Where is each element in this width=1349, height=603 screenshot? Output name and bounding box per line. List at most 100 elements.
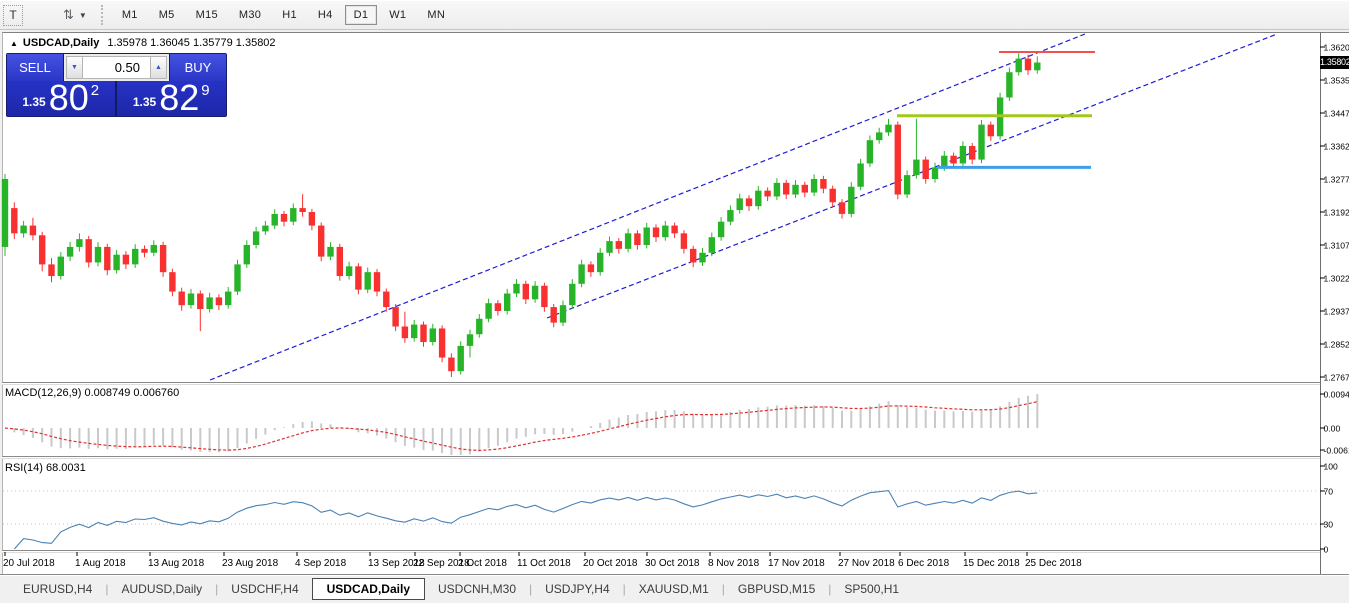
macd-tick-label: 0.009459 [1324, 390, 1349, 400]
date-tick-label: 17 Nov 2018 [768, 558, 825, 569]
date-tick-label: 13 Aug 2018 [148, 558, 205, 569]
candle-body [113, 255, 119, 271]
chart-tab-usdjpy[interactable]: USDJPY,H4 [532, 578, 622, 600]
ohlc-values: 1.35978 1.36045 1.35779 1.35802 [107, 37, 275, 49]
candle-body [76, 239, 82, 247]
chart-title: ▲ USDCAD,Daily 1.35978 1.36045 1.35779 1… [10, 37, 276, 49]
candle-body [746, 198, 752, 206]
rsi-label: RSI(14) 68.0031 [5, 462, 86, 474]
candle-body [132, 249, 138, 265]
candle-body [30, 226, 36, 236]
candle-body [597, 253, 603, 272]
candle-body [104, 247, 110, 270]
candle-body [653, 228, 659, 238]
macd-label: MACD(12,26,9) 0.008749 0.006760 [5, 387, 179, 399]
candle-body [355, 266, 361, 289]
candle-body [411, 325, 417, 339]
chart-tab-gbpusd[interactable]: GBPUSD,M15 [725, 578, 828, 600]
rsi-line [14, 491, 1037, 549]
chart-tab-sp500[interactable]: SP500,H1 [831, 578, 912, 600]
collapse-triangle-icon[interactable]: ▲ [10, 39, 18, 48]
candle-body [448, 358, 454, 372]
candle-body [244, 245, 250, 264]
candle-body [699, 253, 705, 263]
candle-body [960, 146, 966, 163]
chart-tab-audusd[interactable]: AUDUSD,Daily [108, 578, 215, 600]
candle-body [737, 198, 743, 210]
candle-body [923, 160, 929, 179]
current-price-tag: 1.35802 [1320, 56, 1349, 69]
candle-body [709, 237, 715, 253]
candle-body [932, 167, 938, 179]
price-tick-label: 1.27675 [1324, 373, 1349, 383]
candle-body [978, 125, 984, 160]
chart-tab-usdchf[interactable]: USDCHF,H4 [218, 578, 311, 600]
candle-body [671, 226, 677, 234]
chart-tab-usdcad[interactable]: USDCAD,Daily [312, 578, 425, 600]
candle-body [318, 226, 324, 257]
volume-input[interactable]: 0.50 [83, 56, 150, 79]
date-tick-label: 23 Aug 2018 [222, 558, 279, 569]
candle-body [95, 247, 101, 263]
price-tick-label: 1.31925 [1324, 208, 1349, 218]
macd-tick-label: 0.00 [1324, 424, 1341, 434]
candle-body [160, 245, 166, 272]
candle-body [1025, 59, 1031, 71]
candle-body [272, 214, 278, 226]
ask-big-digits: 82 [159, 83, 199, 113]
candle-body [281, 214, 287, 222]
ask-prefix: 1.35 [133, 95, 156, 109]
price-tick-label: 1.28525 [1324, 340, 1349, 350]
candle-body [234, 264, 240, 291]
candle-body [48, 264, 54, 276]
candle-body [504, 294, 510, 311]
date-tick-label: 30 Oct 2018 [645, 558, 700, 569]
volume-decrease-button[interactable]: ▼ [66, 56, 83, 79]
candle-body [1016, 59, 1022, 73]
date-tick-label: 6 Dec 2018 [898, 558, 950, 569]
candle-body [690, 249, 696, 263]
candle-body [430, 328, 436, 342]
candle-body [458, 346, 464, 371]
candle-body [950, 156, 956, 164]
candle-body [541, 286, 547, 307]
candle-body [988, 125, 994, 137]
candle-body [848, 187, 854, 214]
ask-pipette: 9 [201, 82, 209, 99]
candle-body [39, 235, 45, 264]
candle-body [755, 191, 761, 207]
price-tick-label: 1.34475 [1324, 109, 1349, 119]
date-tick-label: 25 Dec 2018 [1025, 558, 1082, 569]
date-tick-label: 1 Aug 2018 [75, 558, 126, 569]
channel-line-2 [547, 34, 1277, 318]
volume-increase-button[interactable]: ▲ [150, 56, 167, 79]
candle-body [606, 241, 612, 253]
candle-body [532, 286, 538, 300]
candle-body [839, 202, 845, 214]
chart-tab-bar: EURUSD,H4|AUDUSD,Daily|USDCHF,H4USDCAD,D… [0, 576, 1349, 602]
candle-body [857, 163, 863, 186]
candle-body [123, 255, 129, 265]
candle-body [20, 226, 26, 234]
ask-price[interactable]: 1.35 82 9 [117, 81, 227, 116]
candle-body [67, 247, 73, 257]
price-tick-label: 1.33625 [1324, 142, 1349, 152]
date-tick-label: 4 Sep 2018 [295, 558, 347, 569]
candle-body [299, 208, 305, 212]
rsi-tick-label: 30 [1324, 520, 1334, 530]
candle-body [179, 292, 185, 306]
candle-body [346, 266, 352, 276]
candle-body [169, 272, 175, 291]
date-tick-label: 20 Jul 2018 [3, 558, 55, 569]
date-tick-label: 27 Nov 2018 [838, 558, 895, 569]
rsi-tick-label: 70 [1324, 487, 1334, 497]
candle-body [876, 132, 882, 140]
chart-tab-usdcnh[interactable]: USDCNH,M30 [425, 578, 529, 600]
candle-body [820, 179, 826, 189]
candle-body [969, 146, 975, 160]
candle-body [365, 272, 371, 289]
bid-price[interactable]: 1.35 80 2 [7, 81, 117, 116]
chart-tab-xauusd[interactable]: XAUUSD,M1 [626, 578, 722, 600]
chart-tab-eurusd[interactable]: EURUSD,H4 [10, 578, 105, 600]
candle-body [262, 226, 268, 232]
